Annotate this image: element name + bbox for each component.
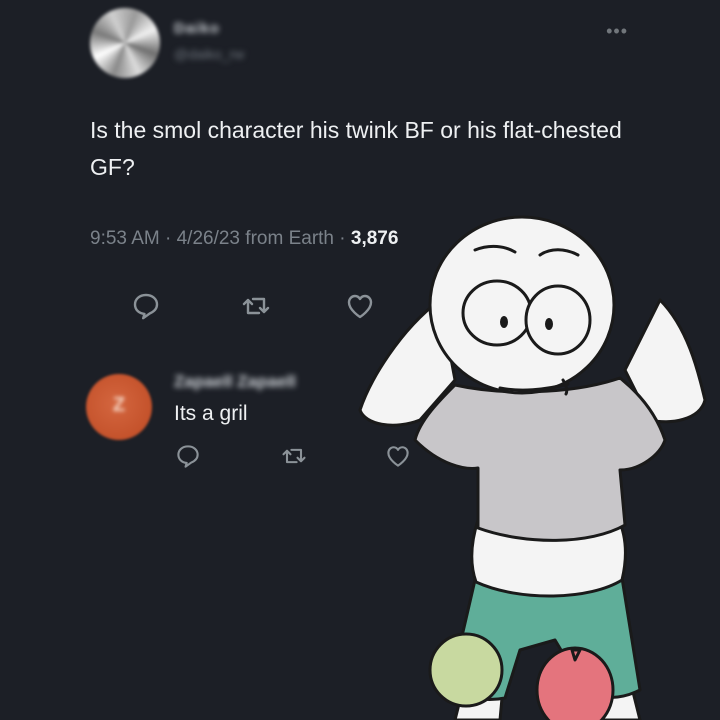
reply-icon[interactable]	[174, 442, 202, 470]
author-handle[interactable]: @daiko_rw	[174, 46, 244, 62]
balloon-pink	[535, 646, 615, 720]
view-count: 3,876	[350, 228, 399, 249]
author-name[interactable]: Daiko	[174, 20, 220, 37]
more-horizontal-icon[interactable]: •••	[606, 22, 628, 40]
retweet-icon[interactable]	[240, 290, 272, 322]
tweet-actions	[0, 290, 720, 330]
reply-text: Its a gril	[174, 402, 248, 425]
reply-avatar-letter: Z	[112, 394, 126, 416]
right-leg	[583, 658, 642, 720]
retweet-icon[interactable]	[280, 442, 308, 470]
tweet-text: Is the smol character his twink BF or hi…	[90, 117, 622, 180]
reply-author-name[interactable]: Zapaell Zapaell	[174, 372, 296, 392]
balloon-green	[428, 632, 504, 708]
tweet-date: 4/26/23	[176, 228, 241, 249]
tweet-source: from Earth	[245, 228, 334, 249]
cartoon-character	[358, 215, 707, 720]
like-icon[interactable]	[344, 290, 376, 322]
avatar[interactable]	[90, 8, 160, 78]
separator: ·	[165, 228, 177, 249]
left-leg	[453, 658, 507, 720]
torso	[470, 516, 627, 598]
separator: ·	[339, 228, 351, 249]
tweet-header: Daiko @daiko_rw •••	[90, 8, 690, 78]
tweet-time: 9:53 AM	[90, 228, 160, 249]
tweet-meta: 9:53 AM · 4/26/23 from Earth · 3,876	[90, 228, 398, 250]
shorts	[448, 576, 642, 702]
reply-avatar[interactable]: Z	[86, 374, 152, 440]
reply-actions	[0, 440, 720, 480]
like-icon[interactable]	[384, 442, 412, 470]
reply-icon[interactable]	[130, 290, 162, 322]
